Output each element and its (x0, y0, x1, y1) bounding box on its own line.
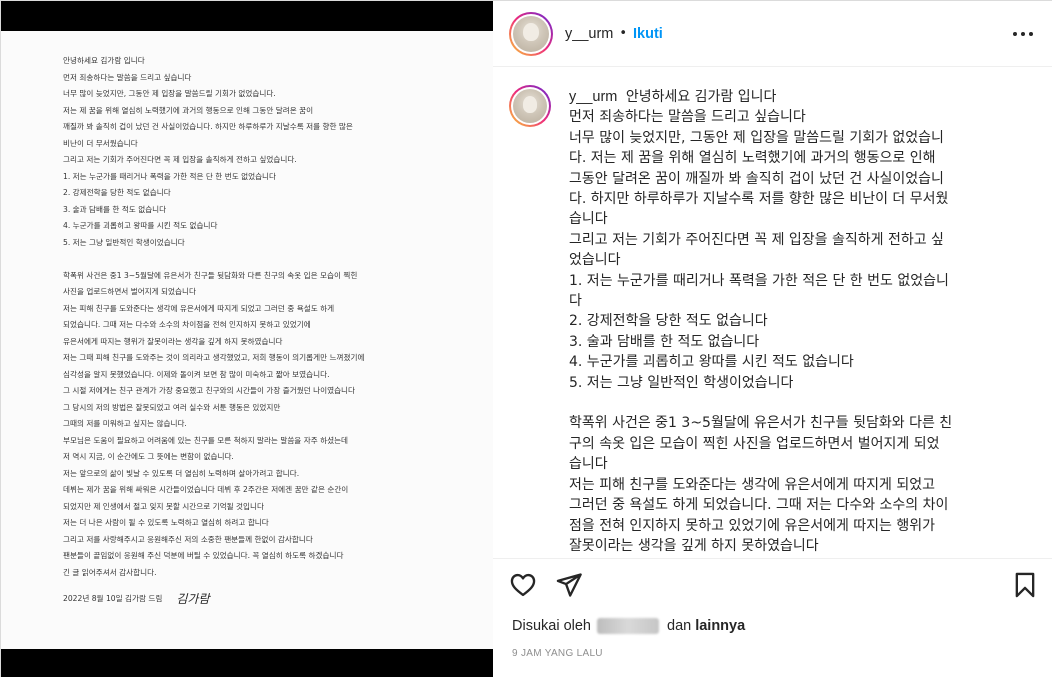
caption-line: 다. 하지만 하루하루가 지날수록 저를 향한 많은 비난이 더 무서웠 (569, 191, 949, 208)
letter-line: 2. 강제전학을 당한 적도 없습니다 (63, 188, 171, 197)
letter-line: 유은서에게 따지는 행위가 잘못이라는 생각을 깊게 하지 못하였습니다 (63, 336, 283, 346)
letter-line: 부모님은 도움이 필요하고 어려움에 있는 친구를 모른 척하지 말라는 말씀을… (63, 435, 349, 445)
caption-line: 2. 강제전학을 당한 적도 없습니다 (569, 313, 768, 330)
caption-line: 다 (569, 293, 582, 310)
post-media[interactable]: 안녕하세요 김가람 입니다먼저 죄송하다는 말씀을 드리고 싶습니다너무 많이 … (1, 1, 493, 677)
letter-line: 비난이 더 무서웠습니다 (63, 138, 138, 148)
letter-line: 사진을 업로드하면서 벌어지게 되었습니다 (63, 287, 196, 296)
caption-line: 잘못이라는 생각을 깊게 하지 못하였습니다 (569, 537, 819, 554)
more-options-icon[interactable] (1013, 27, 1033, 41)
letter-line: 그리고 저를 사랑해주시고 응원해주신 저의 소중한 팬분들께 한없이 감사합니… (63, 534, 313, 544)
letter-signature-date: 2022년 8월 10일 김가람 드림 (63, 594, 163, 603)
likes-others-link[interactable]: lainnya (695, 618, 745, 634)
letter-line: 팬분들이 끝임없이 응원해 주신 덕분에 버틸 수 있었습니다. 꼭 열심히 하… (63, 551, 344, 560)
letter-line: 5. 저는 그냥 일반적인 학생이었습니다 (63, 237, 185, 247)
letter-line: 긴 글 읽어주셔서 감사합니다. (63, 567, 157, 577)
letter-line: 저는 피해 친구를 도와준다는 생각에 유은서에게 따지게 되었고 그러던 중 … (63, 303, 335, 313)
letter-line: 심각성을 알지 못했었습니다. 이제와 돌이켜 보면 참 많이 미숙하고 짧아 … (63, 369, 330, 379)
letter-line: 되었지만 제 인생에서 절고 잊지 못할 시간으로 기억될 것입니다 (63, 501, 264, 511)
handwritten-signature: 김가람 (176, 592, 210, 606)
letter-line: 1. 저는 누군가를 때리거나 폭력을 가한 적은 단 한 번도 없었습니다 (63, 171, 277, 181)
caption-line: 그러던 중 욕설도 하게 되었습니다. 그때 저는 다수와 소수의 차이 (569, 497, 949, 514)
caption-username[interactable]: y__urm (569, 89, 617, 105)
caption-line: 학폭위 사건은 중1 3~5월달에 유은서가 친구들 뒷담화와 다른 친 (569, 415, 953, 432)
caption-line: 3. 술과 담배를 한 적도 없습니다 (569, 333, 760, 350)
letter-line: 저 역시 지금, 이 순간에도 그 뜻에는 변함이 없습니다. (63, 452, 234, 461)
letter-line: 그 당시의 저의 방법은 잘못되었고 여러 실수와 서툰 행동은 있었지만 (63, 402, 281, 412)
caption-first-line: y__urm 안녕하세요 김가람 입니다 (569, 89, 777, 105)
likes-connector: dan (667, 618, 692, 634)
letter-line: 학폭위 사건은 중1 3~5월달에 유은서가 친구들 뒷담화와 다른 친구의 속… (63, 270, 358, 280)
letter-signature-line: 2022년 8월 10일 김가람 드림 김가람 (63, 591, 453, 607)
caption-line: 습니다 (569, 211, 608, 228)
caption-line: 저는 피해 친구를 도와준다는 생각에 유은서에게 따지게 되었고 (569, 476, 936, 493)
caption-avatar[interactable] (509, 85, 551, 127)
letter-line: 그때의 저를 미워하고 싶지는 않습니다. (63, 419, 187, 428)
paper-plane-icon[interactable] (555, 571, 583, 599)
caption-line: 다. 저는 제 꿈을 위해 열심히 노력했기에 과거의 행동으로 인해 (569, 150, 936, 167)
heart-icon[interactable] (509, 571, 537, 599)
letter-line: 그리고 저는 기회가 주어진다면 꼭 제 입장을 솔직하게 전하고 싶었습니다. (63, 155, 297, 164)
letter-line: 4. 누군가를 괴롭히고 왕따를 시킨 적도 없습니다 (63, 221, 218, 230)
letter-line: 3. 술과 담배를 한 적도 없습니다 (63, 204, 167, 214)
letter-line: 그 시절 저에게는 친구 관계가 가장 중요했고 친구와의 시간들이 가장 즐거… (63, 386, 356, 395)
post-window: 안녕하세요 김가람 입니다 먼저 죄송하다는 말씀을 드리고 싶습니다 너무 많이 … (0, 0, 1052, 677)
caption-line: 먼저 죄송하다는 말씀을 드리고 싶습니다 (569, 109, 806, 126)
likes-line: Disukai oleh dan lainnya (512, 618, 745, 634)
caption-body: 먼저 죄송하다는 말씀을 드리고 싶습니다너무 많이 늦었지만, 그동안 제 입… (569, 107, 1031, 556)
divider (493, 558, 1052, 559)
caption-line: 그동안 달려온 꿈이 깨질까 봐 솔직히 겁이 났던 건 사실이었습니 (569, 170, 944, 187)
caption-line: 1. 저는 누군가를 때리거나 폭력을 가한 적은 단 한 번도 없었습니 (569, 272, 949, 289)
letter-line: 안녕하세요 김가람 입니다 (63, 56, 145, 65)
blurred-username (597, 618, 659, 634)
caption-line: 습니다 (569, 456, 608, 473)
letter-image: 안녕하세요 김가람 입니다먼저 죄송하다는 말씀을 드리고 싶습니다너무 많이 … (1, 31, 493, 649)
separator-dot: • (619, 26, 628, 41)
media-letterbox-top (1, 1, 493, 31)
caption-line: 점을 전혀 인지하지 못하고 있었기에 유은서에게 따지는 행위가 (569, 517, 936, 534)
avatar-image (513, 15, 549, 52)
letter-line: 저는 앞으로의 삶이 빛날 수 있도록 더 열심히 노력하며 살아가려고 합니다… (63, 468, 300, 478)
media-letterbox-bottom (1, 649, 493, 677)
post-timestamp[interactable]: 9 JAM YANG LALU (512, 648, 603, 659)
header-username[interactable]: y__urm (565, 26, 613, 42)
post-side-panel: y__urm • Ikuti y__urm 안녕하세요 김가람 입니다 먼저 죄… (493, 1, 1052, 677)
caption-line: 구의 속옷 입은 모습이 찍힌 사진을 업로드하면서 벌어지게 되었 (569, 435, 940, 452)
follow-button[interactable]: Ikuti (633, 26, 663, 42)
caption-text: y__urm 안녕하세요 김가람 입니다 먼저 죄송하다는 말씀을 드리고 싶습… (569, 87, 1031, 556)
caption-line: 4. 누군가를 괴롭히고 왕따를 시킨 적도 없습니다 (569, 354, 854, 371)
likes-prefix: Disukai oleh (512, 618, 591, 634)
letter-line: 저는 그때 피해 친구를 도와주는 것이 의리라고 생각했었고, 저희 행동이 … (63, 353, 365, 362)
caption-line: 그리고 저는 기회가 주어진다면 꼭 제 입장을 솔직하게 전하고 싶 (569, 231, 944, 248)
letter-line: 먼저 죄송하다는 말씀을 드리고 싶습니다 (63, 72, 192, 82)
bookmark-icon[interactable] (1011, 571, 1039, 599)
avatar[interactable] (509, 11, 553, 56)
letter-line: 저는 제 꿈을 위해 열심히 노력했기에 과거의 행동으로 인해 그동안 달려온… (63, 105, 314, 115)
caption-line: 5. 저는 그냥 일반적인 학생이었습니다 (569, 374, 794, 391)
letter-line: 되었습니다. 그때 저는 다수와 소수의 차이점을 전혀 인지하지 못하고 있었… (63, 320, 311, 329)
letter-text-block: 안녕하세요 김가람 입니다먼저 죄송하다는 말씀을 드리고 싶습니다너무 많이 … (63, 53, 453, 581)
action-bar (493, 567, 1052, 603)
letter-line: 데뷔는 제가 꿈을 위해 싸워온 시간들이었습니다 데뷔 후 2주간은 저에겐 … (63, 485, 349, 494)
letter-line: 저는 더 나은 사람이 될 수 있도록 노력하고 열심히 하려고 합니다 (63, 518, 269, 527)
post-header: y__urm • Ikuti (493, 1, 1052, 67)
caption-scroll-area[interactable]: y__urm 안녕하세요 김가람 입니다 먼저 죄송하다는 말씀을 드리고 싶습… (493, 68, 1052, 558)
letter-line: 너무 많이 늦었지만, 그동안 제 입장을 말씀드릴 기회가 없었습니다. (63, 89, 276, 98)
caption-line: 었습니다 (569, 252, 621, 269)
letter-line: 깨질까 봐 솔직히 겁이 났던 건 사실이었습니다. 하지만 하루하루가 지날수… (63, 122, 353, 131)
caption-line: 너무 많이 늦었지만, 그동안 제 입장을 말씀드릴 기회가 없었습니 (569, 129, 944, 146)
letter-blank-line (63, 251, 453, 268)
